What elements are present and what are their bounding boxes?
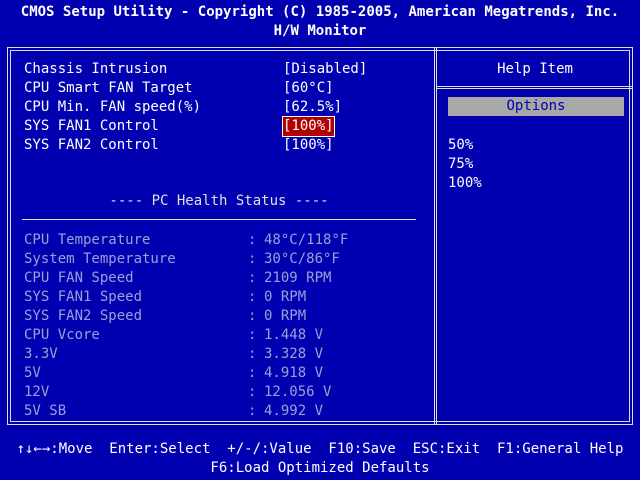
health-label-3v3: 3.3V	[24, 346, 58, 362]
key-help-line: ↑↓←→:Move Enter:Select +/-/:Value F10:Sa…	[16, 441, 624, 457]
health-label-cpu-fan-speed: CPU FAN Speed	[24, 270, 134, 286]
health-label-cpu-vcore: CPU Vcore	[24, 327, 100, 343]
health-value-cpu-fan-speed: 2109 RPM	[264, 270, 332, 286]
health-label-sys-fan2-speed: SYS FAN2 Speed	[24, 308, 143, 324]
setting-label-cpu-smart-fan-target: CPU Smart FAN Target	[24, 80, 193, 96]
health-label-5v: 5V	[24, 365, 41, 381]
health-colon: :	[248, 403, 257, 419]
health-value-5vsb: 4.992 V	[264, 403, 324, 419]
health-colon: :	[248, 308, 257, 324]
setting-label-sys-fan2-control: SYS FAN2 Control	[24, 137, 159, 153]
health-value-12v: 12.056 V	[264, 384, 332, 400]
setting-value-sys-fan1-control[interactable]: [100%]	[282, 116, 335, 137]
setting-value-chassis-intrusion[interactable]: [Disabled]	[283, 60, 367, 79]
health-value-system-temperature: 30°C/86°F	[264, 251, 340, 267]
key-help-defaults: F6:Load Optimized Defaults	[210, 460, 430, 476]
health-colon: :	[248, 327, 257, 343]
options-header-label: Options	[506, 98, 566, 114]
health-value-sys-fan1-speed: 0 RPM	[264, 289, 307, 305]
panel-divider	[434, 47, 437, 425]
help-option-100: 100%	[448, 175, 482, 191]
health-label-5vsb: 5V SB	[24, 403, 67, 419]
help-header-divider	[436, 86, 633, 89]
help-option-50: 50%	[448, 137, 474, 153]
health-colon: :	[248, 289, 257, 305]
health-status-title: ---- PC Health Status ----	[109, 193, 329, 209]
health-colon: :	[248, 232, 257, 248]
help-item-title: Help Item	[497, 61, 573, 77]
health-value-5v: 4.918 V	[264, 365, 324, 381]
setting-label-chassis-intrusion: Chassis Intrusion	[24, 61, 168, 77]
health-colon: :	[248, 346, 257, 362]
health-label-cpu-temperature: CPU Temperature	[24, 232, 151, 248]
setting-value-sys-fan2-control[interactable]: [100%]	[283, 136, 334, 155]
health-value-cpu-vcore: 1.448 V	[264, 327, 324, 343]
health-label-12v: 12V	[24, 384, 50, 400]
health-colon: :	[248, 365, 257, 381]
utility-title: CMOS Setup Utility - Copyright (C) 1985-…	[20, 4, 620, 20]
health-label-sys-fan1-speed: SYS FAN1 Speed	[24, 289, 143, 305]
health-label-system-temperature: System Temperature	[24, 251, 176, 267]
help-option-75: 75%	[448, 156, 474, 172]
health-colon: :	[248, 384, 257, 400]
health-value-3v3: 3.328 V	[264, 346, 324, 362]
health-colon: :	[248, 251, 257, 267]
setting-value-cpu-smart-fan-target[interactable]: [60°C]	[283, 79, 334, 98]
health-colon: :	[248, 270, 257, 286]
health-value-cpu-temperature: 48°C/118°F	[264, 232, 349, 248]
setting-value-cpu-min-fan-speed[interactable]: [62.5%]	[283, 98, 342, 117]
health-value-sys-fan2-speed: 0 RPM	[264, 308, 307, 324]
setting-label-sys-fan1-control: SYS FAN1 Control	[24, 118, 159, 134]
setting-label-cpu-min-fan-speed: CPU Min. FAN speed(%)	[24, 99, 202, 115]
page-title: H/W Monitor	[273, 23, 367, 39]
health-divider	[22, 219, 416, 220]
